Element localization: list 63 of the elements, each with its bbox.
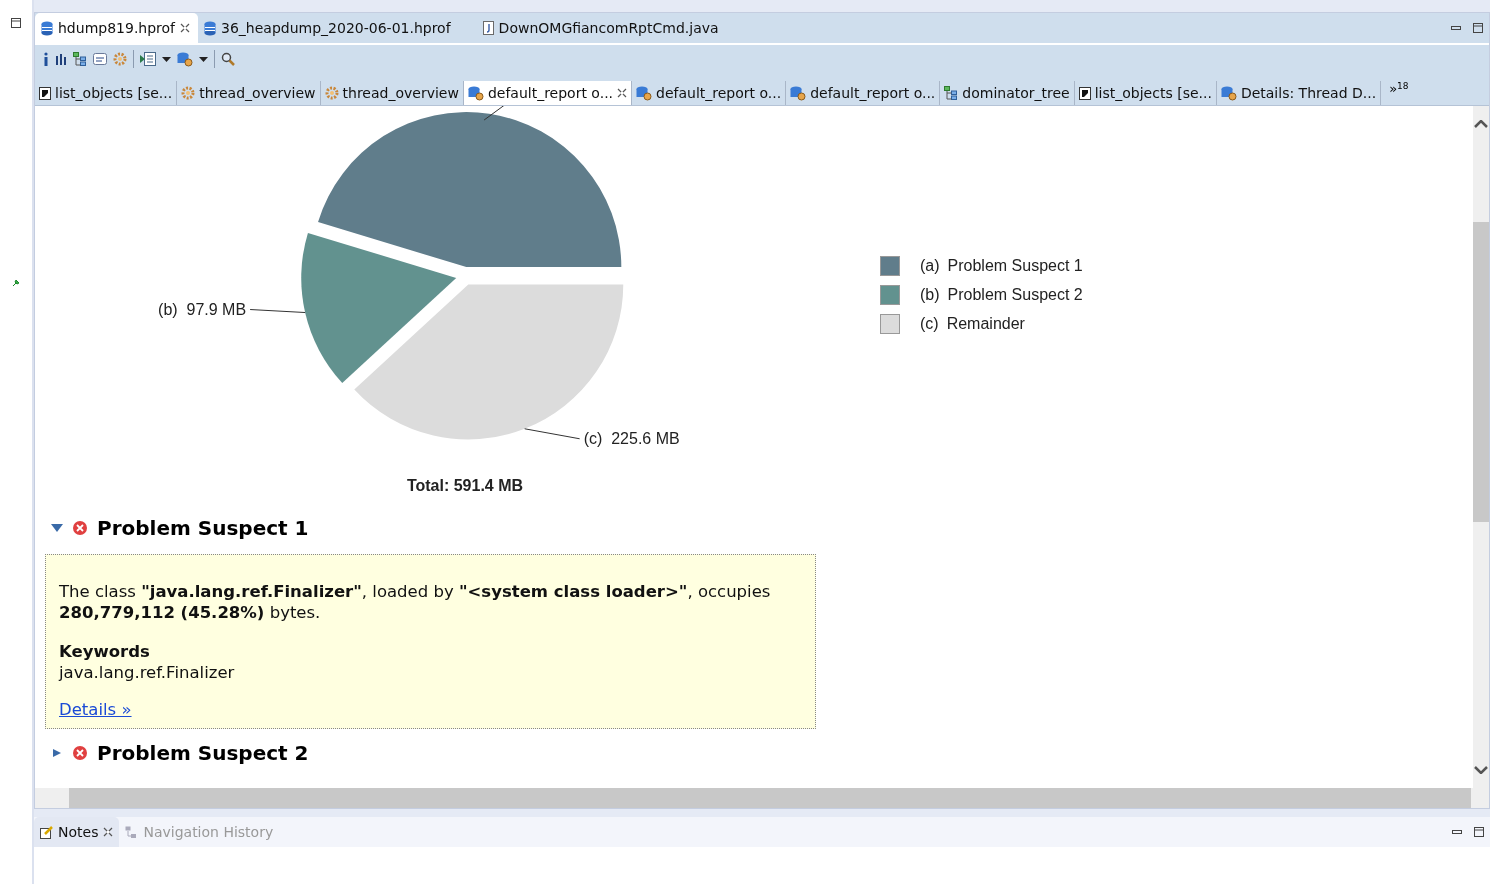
- file-icon: [482, 21, 494, 35]
- caret-icon[interactable]: [199, 56, 208, 62]
- legend-label: Remainder: [946, 315, 1025, 333]
- vertical-scrollbar[interactable]: [1473, 106, 1489, 788]
- leader-line: [524, 428, 581, 440]
- description-text: The class "java.lang.ref.Finalizer", loaded by "<system class loader>", occupies 280,779,112 (45.28%) bytes.: [59, 581, 772, 623]
- expand-arrow-icon[interactable]: [51, 524, 63, 532]
- scroll-down-icon[interactable]: [1474, 766, 1488, 774]
- tree-icon: [944, 86, 959, 100]
- database-gear-icon: [636, 85, 653, 101]
- history-icon: [125, 825, 139, 839]
- info-icon[interactable]: [43, 52, 49, 66]
- keyword-text: java.lang.ref.Finalizer: [59, 662, 236, 683]
- minimize-icon[interactable]: [1451, 26, 1461, 30]
- error-icon: [73, 746, 87, 760]
- expand-arrow-icon[interactable]: [51, 749, 63, 757]
- report-tab[interactable]: default_report o...: [463, 81, 633, 105]
- slice-label: (c) 225.6 MB: [583, 429, 680, 447]
- list-icon: [1078, 86, 1091, 100]
- maximize-icon[interactable]: [1473, 23, 1483, 33]
- close-icon[interactable]: [180, 23, 191, 33]
- section-heading: Problem Suspect 1: [97, 516, 309, 540]
- gear-icon: [181, 86, 196, 100]
- database-gear-icon: [177, 51, 193, 67]
- legend-marker: (b): [920, 286, 940, 304]
- gear-icon: [113, 52, 127, 66]
- database-gear-icon: [790, 85, 807, 101]
- error-icon: [73, 521, 87, 535]
- note-icon: [40, 825, 53, 839]
- legend-label: Problem Suspect 2: [947, 286, 1083, 304]
- bar-chart-icon[interactable]: [55, 53, 67, 65]
- leader-line: [249, 309, 306, 314]
- maximize-icon[interactable]: [1474, 827, 1484, 837]
- database-gear-icon: [467, 85, 484, 101]
- database-icon: [204, 20, 217, 36]
- legend-marker: (a): [920, 257, 940, 275]
- minimize-icon[interactable]: [1452, 830, 1462, 834]
- tree-icon: [73, 52, 87, 66]
- slice-label: (b) 97.9 MB: [158, 300, 247, 318]
- search-icon[interactable]: [221, 52, 235, 66]
- oql-icon[interactable]: [93, 53, 107, 65]
- restore-icon[interactable]: [11, 18, 21, 28]
- section-heading: Problem Suspect 2: [97, 741, 309, 765]
- horizontal-scrollbar[interactable]: [35, 788, 1489, 808]
- details-link[interactable]: Details »: [59, 699, 132, 720]
- close-icon[interactable]: [617, 88, 628, 98]
- report-icon[interactable]: [140, 52, 156, 66]
- gear-icon: [324, 86, 339, 100]
- pin-icon[interactable]: [11, 278, 21, 287]
- legend-label: Problem Suspect 1: [947, 257, 1083, 275]
- database-gear-icon: [1220, 85, 1237, 101]
- editor-tab[interactable]: DownOMGfiancomRptCmd.java: [476, 13, 727, 43]
- database-icon: [41, 20, 53, 36]
- editor-tab[interactable]: 36_heapdump_2020-06-01.hprof: [198, 13, 459, 43]
- legend-marker: (c): [920, 315, 939, 333]
- editor-tab[interactable]: hdump819.hprof: [35, 13, 199, 43]
- view-tab[interactable]: Notes: [34, 817, 120, 847]
- caret-icon[interactable]: [162, 56, 171, 62]
- chart-total: Total: 591.4 MB: [406, 477, 524, 494]
- list-icon: [39, 86, 51, 100]
- keywords-heading: Keywords: [59, 641, 151, 662]
- scroll-up-icon[interactable]: [1474, 120, 1488, 128]
- close-icon[interactable]: [103, 827, 114, 837]
